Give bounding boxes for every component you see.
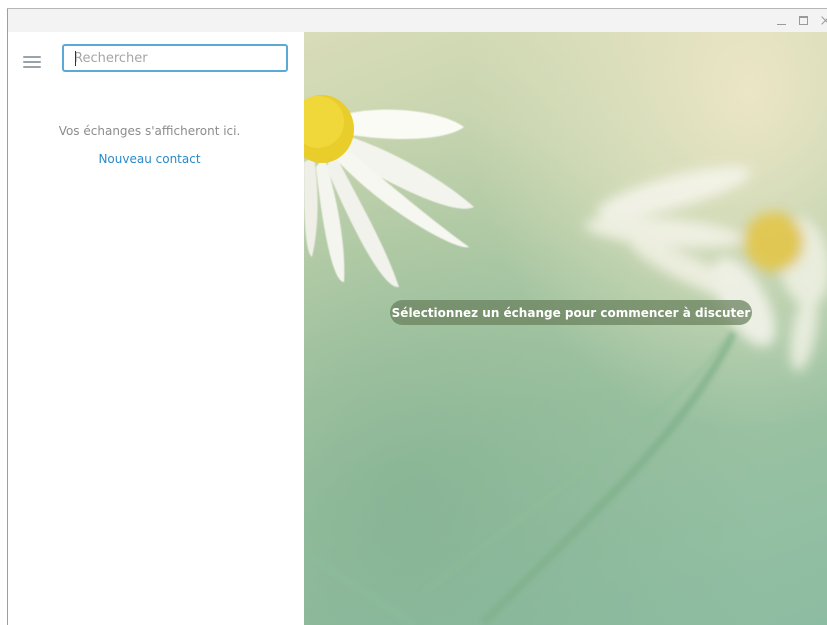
new-contact-link[interactable]: Nouveau contact [8, 152, 291, 166]
title-bar[interactable] [8, 9, 827, 32]
minimize-button[interactable] [771, 9, 793, 32]
empty-chats-message: Vos échanges s'afficheront ici. [58, 124, 241, 138]
chat-area: Sélectionnez un échange pour commencer à… [304, 32, 827, 625]
select-chat-prompt: Sélectionnez un échange pour commencer à… [390, 300, 752, 325]
app-window: Vos échanges s'afficheront ici. Nouveau … [0, 0, 827, 625]
window-controls [771, 9, 827, 32]
close-button[interactable] [815, 9, 827, 32]
search-input[interactable] [64, 46, 286, 70]
text-caret [75, 51, 76, 66]
daisy-wallpaper-image [304, 95, 827, 625]
hamburger-menu-icon[interactable] [23, 54, 43, 70]
sidebar: Vos échanges s'afficheront ici. Nouveau … [8, 32, 304, 625]
search-box[interactable] [62, 44, 288, 72]
maximize-button[interactable] [793, 9, 815, 32]
